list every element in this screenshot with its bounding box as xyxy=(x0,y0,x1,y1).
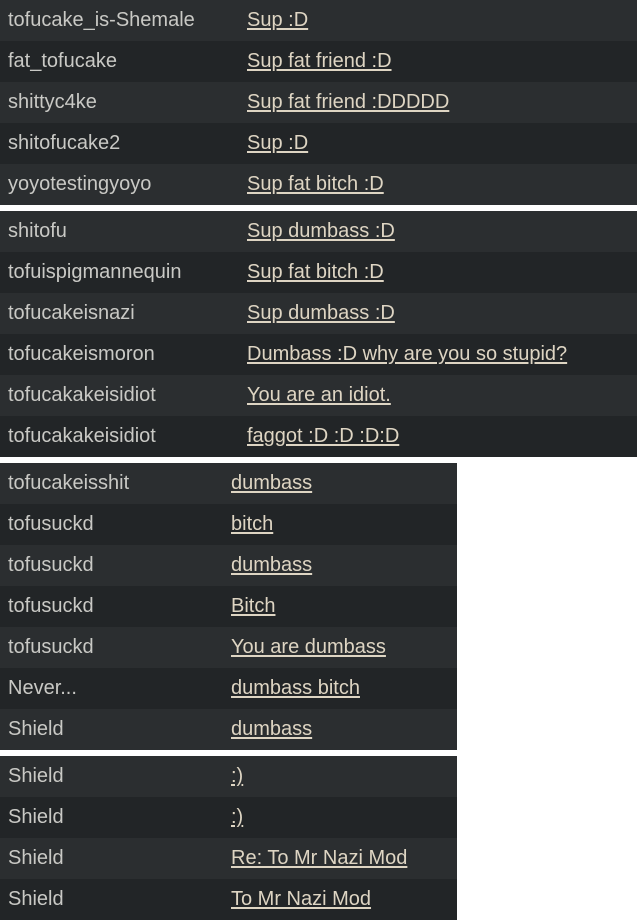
message-author: shittyc4ke xyxy=(8,91,97,113)
message-row[interactable]: tofusuckd Bitch xyxy=(0,586,457,627)
message-row[interactable]: tofucakeisshit dumbass xyxy=(0,463,457,504)
message-author: tofucakeismoron xyxy=(8,343,155,365)
message-subject-link[interactable]: Sup fat bitch :D xyxy=(247,173,384,195)
message-subject-cell: dumbass bitch xyxy=(231,668,457,709)
message-subject-link[interactable]: dumbass xyxy=(231,718,312,740)
message-row[interactable]: shitofucake2 Sup :D xyxy=(0,123,637,164)
message-subject-cell: Sup fat bitch :D xyxy=(247,252,637,293)
message-subject-link[interactable]: Sup fat friend :D xyxy=(247,50,392,72)
message-author: Shield xyxy=(8,847,64,869)
message-section: tofucake_is-Shemale Sup :D fat_tofucake Sup… xyxy=(0,0,637,205)
message-row[interactable]: tofusuckd You are dumbass xyxy=(0,627,457,668)
message-author: tofusuckd xyxy=(8,513,94,535)
message-subject-link[interactable]: You are dumbass xyxy=(231,636,386,658)
message-subject-link[interactable]: faggot :D :D :D:D xyxy=(247,425,399,447)
message-subject-cell: dumbass xyxy=(231,463,457,504)
message-subject-link[interactable]: You are an idiot. xyxy=(247,384,391,406)
message-row[interactable]: tofusuckd dumbass xyxy=(0,545,457,586)
message-row[interactable]: tofucakeismoron Dumbass :D why are you so… xyxy=(0,334,637,375)
message-subject-link[interactable]: :) xyxy=(231,765,243,787)
message-author: tofucakeisnazi xyxy=(8,302,135,324)
message-subject-link[interactable]: Sup fat friend :DDDDD xyxy=(247,91,449,113)
message-subject-cell: :) xyxy=(231,756,457,797)
message-subject-cell: Sup dumbass :D xyxy=(247,293,637,334)
message-subject-link[interactable]: Sup dumbass :D xyxy=(247,302,395,324)
message-subject-cell: Re: To Mr Nazi Mod xyxy=(231,838,457,879)
message-row[interactable]: tofucake_is-Shemale Sup :D xyxy=(0,0,637,41)
message-row[interactable]: Shield:) xyxy=(0,756,457,797)
message-row[interactable]: shittyc4ke Sup fat friend :DDDDD xyxy=(0,82,637,123)
message-subject-cell: Sup :D xyxy=(247,123,637,164)
message-subject-cell: dumbass xyxy=(231,709,457,750)
message-section: shitofu Sup dumbass :D tofuispigmannequin S… xyxy=(0,211,637,457)
message-subject-link[interactable]: Bitch xyxy=(231,595,275,617)
message-row[interactable]: tofucakeisnazi Sup dumbass :D xyxy=(0,293,637,334)
message-list-page: tofucake_is-Shemale Sup :D fat_tofucake Sup… xyxy=(0,0,637,920)
message-subject-cell: Dumbass :D why are you so stupid? xyxy=(247,334,637,375)
message-row[interactable]: Shield:) xyxy=(0,797,457,838)
message-author: tofucakakeisidiot xyxy=(8,384,156,406)
message-subject-cell: bitch xyxy=(231,504,457,545)
message-row[interactable]: tofucakakeisidiot faggot :D :D :D:D xyxy=(0,416,637,457)
message-author: tofusuckd xyxy=(8,595,94,617)
message-author: Never... xyxy=(8,677,77,699)
message-subject-link[interactable]: Re: To Mr Nazi Mod xyxy=(231,847,407,869)
message-subject-link[interactable]: To Mr Nazi Mod xyxy=(231,888,371,910)
message-subject-cell: :) xyxy=(231,797,457,838)
message-row[interactable]: fat_tofucake Sup fat friend :D xyxy=(0,41,637,82)
message-subject-cell: Sup dumbass :D xyxy=(247,211,637,252)
message-subject-link[interactable]: Sup :D xyxy=(247,132,308,154)
message-author: shitofucake2 xyxy=(8,132,121,154)
message-subject-cell: Sup fat friend :D xyxy=(247,41,637,82)
message-row[interactable]: Shield dumbass xyxy=(0,709,457,750)
message-row[interactable]: tofucakakeisidiot You are an idiot. xyxy=(0,375,637,416)
message-subject-link[interactable]: Sup dumbass :D xyxy=(247,220,395,242)
message-author: tofucakeisshit xyxy=(8,472,130,494)
message-author: yoyotestingyoyo xyxy=(8,173,152,195)
message-row[interactable]: Never... dumbass bitch xyxy=(0,668,457,709)
message-author: tofusuckd xyxy=(8,636,94,658)
message-subject-cell: faggot :D :D :D:D xyxy=(247,416,637,457)
message-author: Shield xyxy=(8,806,64,828)
message-subject-link[interactable]: Sup :D xyxy=(247,9,308,31)
message-subject-link[interactable]: Dumbass :D why are you so stupid? xyxy=(247,343,567,365)
message-row[interactable]: shitofu Sup dumbass :D xyxy=(0,211,637,252)
message-subject-cell: You are dumbass xyxy=(231,627,457,668)
message-author: fat_tofucake xyxy=(8,50,117,72)
message-subject-cell: You are an idiot. xyxy=(247,375,637,416)
message-author: tofucake_is-Shemale xyxy=(8,9,195,31)
message-row[interactable]: yoyotestingyoyo Sup fat bitch :D xyxy=(0,164,637,205)
message-row[interactable]: tofuispigmannequin Sup fat bitch :D xyxy=(0,252,637,293)
message-subject-cell: Sup :D xyxy=(247,0,637,41)
message-subject-link[interactable]: :) xyxy=(231,806,243,828)
message-subject-link[interactable]: dumbass xyxy=(231,554,312,576)
message-subject-link[interactable]: dumbass xyxy=(231,472,312,494)
message-author: tofuispigmannequin xyxy=(8,261,182,283)
message-author: shitofu xyxy=(8,220,67,242)
message-subject-link[interactable]: Sup fat bitch :D xyxy=(247,261,384,283)
message-section: tofucakeisshit dumbass tofusuckd bitch tofus… xyxy=(0,463,457,750)
message-row[interactable]: tofusuckd bitch xyxy=(0,504,457,545)
message-row[interactable]: Shield Re: To Mr Nazi Mod xyxy=(0,838,457,879)
message-subject-cell: Bitch xyxy=(231,586,457,627)
message-section: Shield:) Shield:) Shield Re: To Mr Nazi Mod… xyxy=(0,756,457,920)
message-author: tofucakakeisidiot xyxy=(8,425,156,447)
message-subject-cell: dumbass xyxy=(231,545,457,586)
message-author: tofusuckd xyxy=(8,554,94,576)
message-subject-link[interactable]: dumbass bitch xyxy=(231,677,360,699)
message-subject-link[interactable]: bitch xyxy=(231,513,273,535)
message-subject-cell: Sup fat friend :DDDDD xyxy=(247,82,637,123)
message-author: Shield xyxy=(8,718,64,740)
message-author: Shield xyxy=(8,765,64,787)
message-subject-cell: Sup fat bitch :D xyxy=(247,164,637,205)
